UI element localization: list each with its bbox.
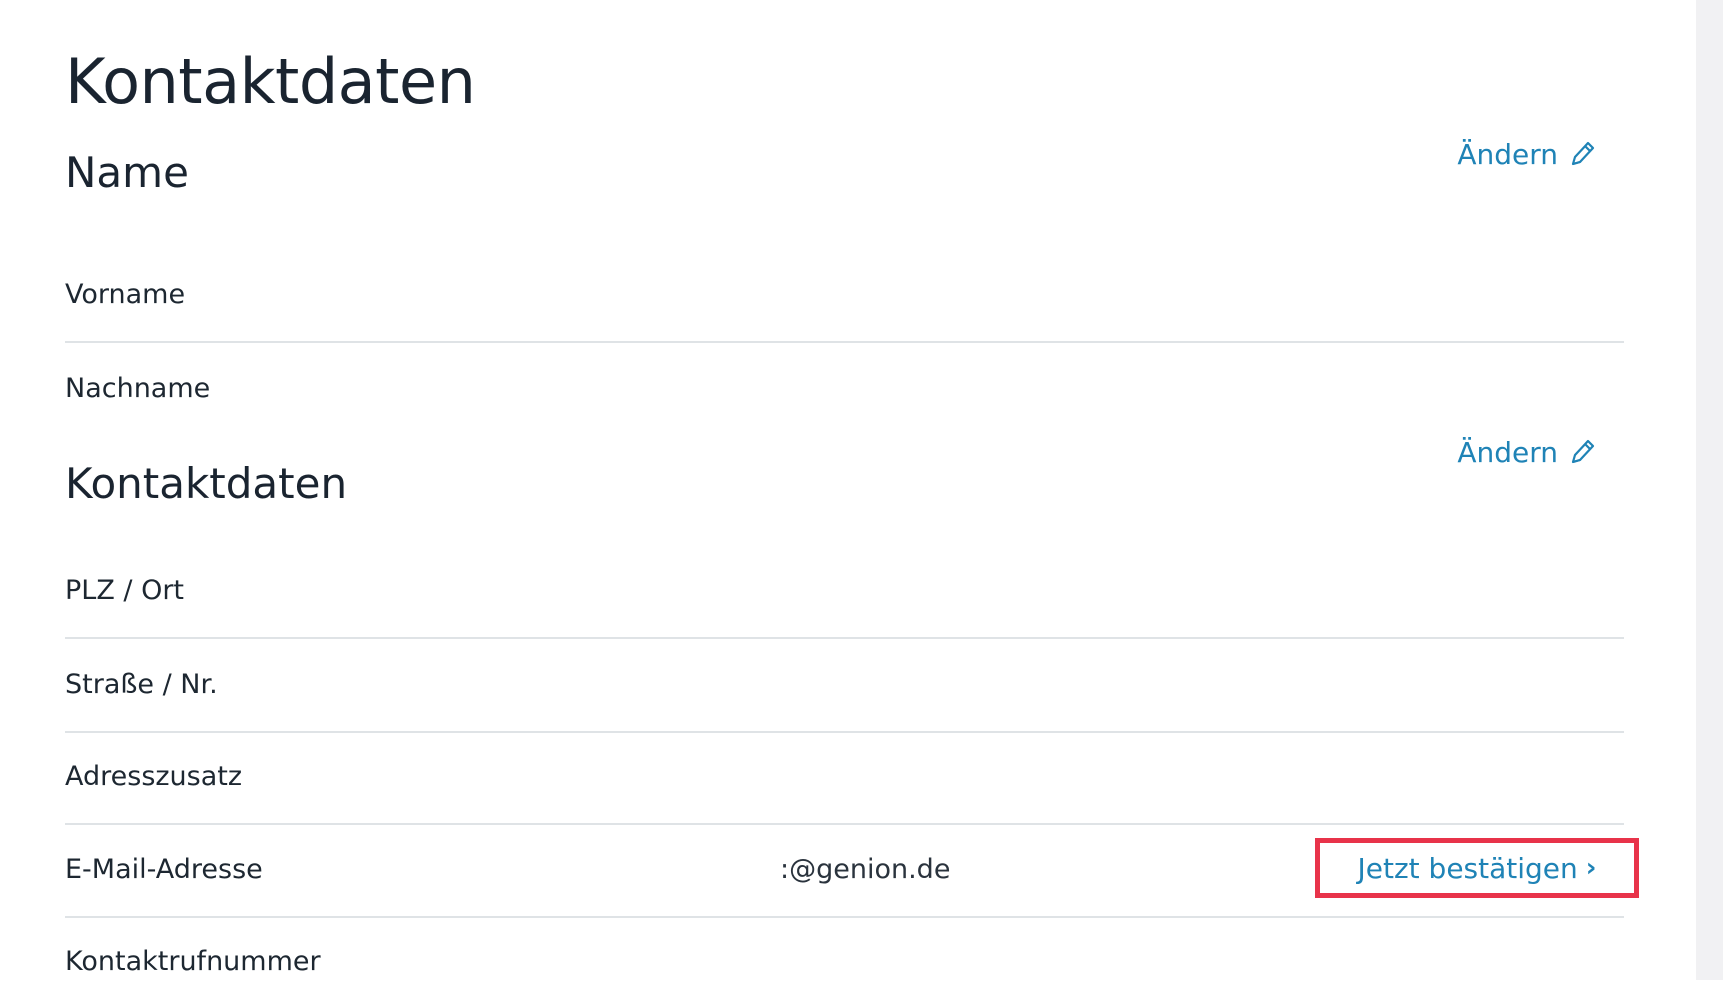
confirm-email-button[interactable]: Jetzt bestätigen ›	[1315, 838, 1639, 898]
row-label-plz-ort: PLZ / Ort	[65, 575, 185, 606]
row-label-strasse: Straße / Nr.	[65, 669, 218, 700]
contact-section-title: Kontaktdaten	[65, 459, 348, 508]
row-kontaktrufnummer: Kontaktrufnummer	[65, 916, 1624, 1008]
row-label-kontaktrufnummer: Kontaktrufnummer	[65, 946, 321, 977]
row-plz-ort: PLZ / Ort	[65, 545, 1624, 639]
row-adresszusatz: Adresszusatz	[65, 731, 1624, 825]
page-title: Kontaktdaten	[65, 45, 476, 118]
row-email: E-Mail-Adresse :@genion.de Jetzt bestäti…	[65, 824, 1639, 918]
pencil-icon	[1568, 140, 1596, 170]
row-nachname: Nachname	[65, 343, 1624, 435]
contact-edit-label: Ändern	[1457, 436, 1558, 469]
row-label-nachname: Nachname	[65, 373, 211, 404]
chevron-right-icon: ›	[1585, 853, 1597, 883]
row-strasse: Straße / Nr.	[65, 639, 1624, 733]
name-edit-label: Ändern	[1457, 138, 1558, 171]
row-value-email: :@genion.de	[780, 854, 951, 885]
name-edit-link[interactable]: Ändern	[1457, 138, 1596, 171]
confirm-email-label: Jetzt bestätigen	[1357, 851, 1578, 885]
row-label-email: E-Mail-Adresse	[65, 854, 263, 885]
row-label-vorname: Vorname	[65, 279, 186, 310]
row-vorname: Vorname	[65, 249, 1624, 343]
name-section-title: Name	[65, 148, 189, 197]
scrollbar[interactable]	[1696, 0, 1723, 980]
contact-edit-link[interactable]: Ändern	[1457, 436, 1596, 469]
pencil-icon	[1568, 438, 1596, 468]
row-label-adresszusatz: Adresszusatz	[65, 761, 243, 792]
contact-data-page: Kontaktdaten Name Ändern Vorname Nachnam…	[0, 0, 1696, 980]
